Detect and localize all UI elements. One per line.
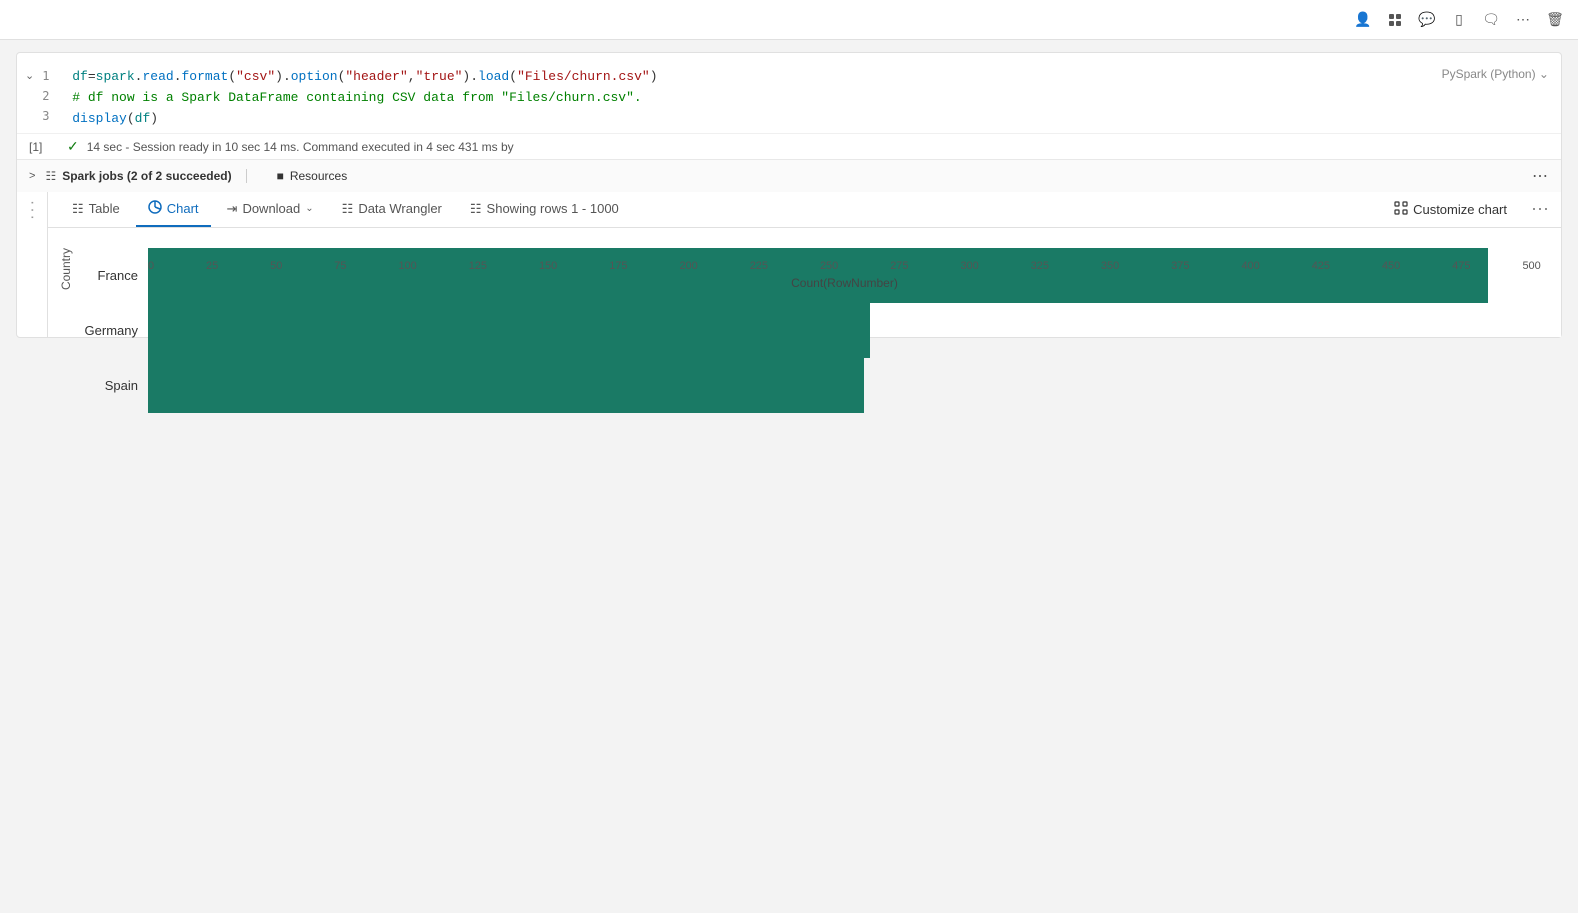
tab-download[interactable]: ⇥ Download ⌄ bbox=[215, 193, 326, 227]
table-icon: ☷ bbox=[72, 201, 84, 217]
x-ticks-container: 0 25 50 75 100 125 150 175 200 225 250 275 300 325 350… bbox=[148, 260, 1541, 272]
copy-icon[interactable]: ▯ bbox=[1448, 9, 1470, 31]
line-number-3: 3 bbox=[42, 107, 72, 127]
tab-table[interactable]: ☷ Table bbox=[60, 193, 132, 227]
customize-icon bbox=[1394, 201, 1408, 218]
x-tick-label: 250 bbox=[820, 260, 838, 272]
x-tick-label: 375 bbox=[1171, 260, 1189, 272]
line-number-2: 2 bbox=[42, 87, 72, 107]
more-actions-icon[interactable]: ⋯ bbox=[1512, 9, 1534, 31]
output-section: ··· ☷ Table Chart bbox=[17, 192, 1561, 337]
tab-right-area: Customize chart ⋯ bbox=[1386, 197, 1549, 222]
chart-body: Country FranceGermanySpain bbox=[58, 248, 1541, 290]
line-number-1: 1 bbox=[42, 67, 72, 87]
chart-area: Country FranceGermanySpain bbox=[48, 228, 1561, 337]
chart-container: Country FranceGermanySpain bbox=[58, 248, 1541, 317]
resources-label[interactable]: Resources bbox=[290, 169, 347, 183]
expand-icon[interactable]: > bbox=[29, 170, 35, 182]
x-tick-label: 200 bbox=[679, 260, 697, 272]
bar-track bbox=[148, 303, 1541, 358]
x-tick-label: 275 bbox=[890, 260, 908, 272]
cell-status-bar: [1] ✓ 14 sec - Session ready in 10 sec 1… bbox=[17, 133, 1561, 159]
divider bbox=[246, 169, 247, 183]
cell-code[interactable]: df = spark . read . format ( "csv" ). op… bbox=[72, 63, 1441, 133]
bar-fill bbox=[148, 303, 870, 358]
spark-more-button[interactable]: ⋯ bbox=[1532, 166, 1549, 186]
x-tick-label: 150 bbox=[539, 260, 557, 272]
x-tick-label: 350 bbox=[1101, 260, 1119, 272]
download-chevron-icon: ⌄ bbox=[305, 203, 313, 214]
x-tick-label: 425 bbox=[1312, 260, 1330, 272]
x-axis-container: 0 25 50 75 100 125 150 175 200 225 250 275 300 325 350… bbox=[78, 260, 1541, 290]
comment-icon[interactable]: 💬 bbox=[1416, 9, 1438, 31]
x-tick-label: 0 bbox=[148, 260, 154, 272]
magic-icon[interactable] bbox=[1384, 9, 1406, 31]
tab-chart-label: Chart bbox=[167, 201, 199, 216]
spark-jobs-bar: > ☷ Spark jobs (2 of 2 succeeded) ■ Reso… bbox=[17, 159, 1561, 192]
x-tick-label: 450 bbox=[1382, 260, 1400, 272]
person-icon[interactable]: 👤 bbox=[1352, 9, 1374, 31]
status-time: 14 sec - Session ready in 10 sec 14 ms. … bbox=[87, 140, 514, 154]
customize-chart-button[interactable]: Customize chart bbox=[1386, 197, 1515, 222]
x-tick-label: 100 bbox=[398, 260, 416, 272]
data-wrangler-icon: ☷ bbox=[342, 201, 354, 217]
x-tick-label: 300 bbox=[960, 260, 978, 272]
chat-icon[interactable]: 🗨 bbox=[1480, 9, 1502, 31]
x-tick-label: 400 bbox=[1241, 260, 1259, 272]
customize-chart-label: Customize chart bbox=[1413, 202, 1507, 217]
code-line-1: df = spark . read . format ( "csv" ). op… bbox=[72, 67, 1441, 88]
code-line-3: display ( df ) bbox=[72, 109, 1441, 130]
bar-row: Spain bbox=[78, 358, 1541, 413]
top-toolbar: 👤 💬 ▯ 🗨 ⋯ 🗑 bbox=[0, 0, 1578, 40]
bar-label: Spain bbox=[78, 378, 148, 393]
delete-icon[interactable]: 🗑 bbox=[1544, 9, 1566, 31]
collapse-button[interactable]: ⌄ bbox=[17, 67, 42, 84]
tab-table-label: Table bbox=[89, 201, 120, 216]
spark-jobs-label[interactable]: Spark jobs (2 of 2 succeeded) bbox=[62, 169, 231, 183]
x-tick-label: 325 bbox=[1031, 260, 1049, 272]
bar-row: Germany bbox=[78, 303, 1541, 358]
x-tick-label: 25 bbox=[206, 260, 218, 272]
x-tick-label: 50 bbox=[270, 260, 282, 272]
notebook-cell: ⌄ 1 2 3 df = spark . read . format bbox=[16, 52, 1562, 338]
rows-icon: ☷ bbox=[470, 201, 482, 217]
bar-track bbox=[148, 358, 1541, 413]
left-dots-button[interactable]: ··· bbox=[17, 192, 47, 337]
x-axis-title: Count(RowNumber) bbox=[148, 276, 1541, 290]
tab-showing-rows-label: Showing rows 1 - 1000 bbox=[487, 201, 619, 216]
x-tick-label: 225 bbox=[750, 260, 768, 272]
cell-number-label: [1] bbox=[29, 140, 59, 154]
tab-data-wrangler-label: Data Wrangler bbox=[358, 201, 442, 216]
chart-icon bbox=[148, 200, 162, 217]
x-tick-label: 175 bbox=[609, 260, 627, 272]
x-tick-label: 75 bbox=[334, 260, 346, 272]
cell-header: ⌄ 1 2 3 df = spark . read . format bbox=[17, 53, 1561, 133]
download-icon: ⇥ bbox=[227, 201, 238, 217]
output-more-button[interactable]: ⋯ bbox=[1531, 199, 1549, 220]
y-axis-label: Country bbox=[58, 248, 74, 290]
x-tick-label: 475 bbox=[1452, 260, 1470, 272]
runtime-label: PySpark (Python) ⌄ bbox=[1442, 63, 1561, 81]
spark-icon: ☷ bbox=[45, 169, 56, 183]
x-tick-label: 125 bbox=[469, 260, 487, 272]
x-tick-label: 500 bbox=[1522, 260, 1540, 272]
tab-showing-rows[interactable]: ☷ Showing rows 1 - 1000 bbox=[458, 193, 631, 227]
status-check-icon: ✓ bbox=[67, 138, 79, 155]
chart-main: FranceGermanySpain 0 25 50 75 100 125 150 175 20… bbox=[78, 248, 1541, 290]
chart-plot: FranceGermanySpain bbox=[78, 248, 1541, 258]
resources-icon: ■ bbox=[277, 169, 284, 183]
tab-download-label: Download bbox=[242, 201, 300, 216]
code-line-2: # df now is a Spark DataFrame containing… bbox=[72, 88, 1441, 109]
bar-fill bbox=[148, 358, 864, 413]
bar-label: Germany bbox=[78, 323, 148, 338]
tab-data-wrangler[interactable]: ☷ Data Wrangler bbox=[330, 193, 454, 227]
tab-chart[interactable]: Chart bbox=[136, 192, 211, 227]
output-tabs: ☷ Table Chart ⇥ Download bbox=[48, 192, 1561, 228]
